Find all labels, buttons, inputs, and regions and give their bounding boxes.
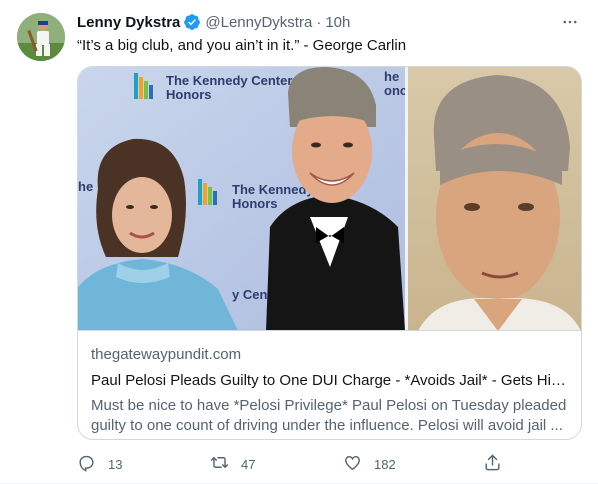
like-count: 182 (374, 456, 396, 472)
tweet-text: “It’s a big club, and you ain’t in it.” … (77, 37, 407, 54)
tweet-timestamp[interactable]: 10h (325, 14, 350, 31)
retweet-count: 47 (241, 456, 256, 472)
logo-text-2b: Honors (232, 196, 278, 211)
like-icon (343, 453, 362, 475)
separator-dot: · (316, 13, 322, 31)
retweet-icon (210, 453, 229, 475)
tweet[interactable]: Lenny Dykstra @LennyDykstra · 10h “It’s … (0, 0, 598, 484)
card-title: Paul Pelosi Pleads Guilty to One DUI Cha… (91, 372, 569, 389)
tweet-actions: 13 47 182 (77, 452, 507, 476)
share-button[interactable] (483, 452, 502, 476)
card-info: thegatewaypundit.com Paul Pelosi Pleads … (91, 345, 569, 436)
like-button[interactable]: 182 (343, 452, 396, 476)
card-image: The Kennedy Center Honors The Kennedy Ho… (78, 67, 581, 331)
logo-text-4: y Cen (232, 287, 267, 302)
logo-text-3: he (78, 179, 93, 194)
reply-button[interactable]: 13 (77, 452, 122, 476)
more-options-icon[interactable] (558, 10, 582, 34)
card-image-graphic: The Kennedy Center Honors The Kennedy Ho… (78, 67, 581, 330)
author-handle[interactable]: @LennyDykstra (205, 14, 312, 31)
logo-text-5b: onc (384, 83, 407, 98)
logo-text-1a: The Kennedy Center (166, 73, 292, 88)
link-card[interactable]: The Kennedy Center Honors The Kennedy Ho… (77, 66, 582, 440)
avatar-image (17, 13, 65, 61)
logo-text-1b: Honors (166, 87, 212, 102)
reply-icon (77, 453, 96, 475)
avatar[interactable] (17, 13, 65, 61)
logo-text-5a: he (384, 69, 399, 84)
tweet-header: Lenny Dykstra @LennyDykstra · 10h (77, 12, 582, 32)
reply-count: 13 (108, 456, 123, 472)
share-icon (483, 453, 502, 475)
card-description: Must be nice to have *Pelosi Privilege* … (91, 397, 567, 434)
retweet-button[interactable]: 47 (210, 452, 255, 476)
verified-badge-icon (183, 13, 201, 31)
card-domain: thegatewaypundit.com (91, 346, 242, 363)
author-name[interactable]: Lenny Dykstra (77, 14, 180, 31)
